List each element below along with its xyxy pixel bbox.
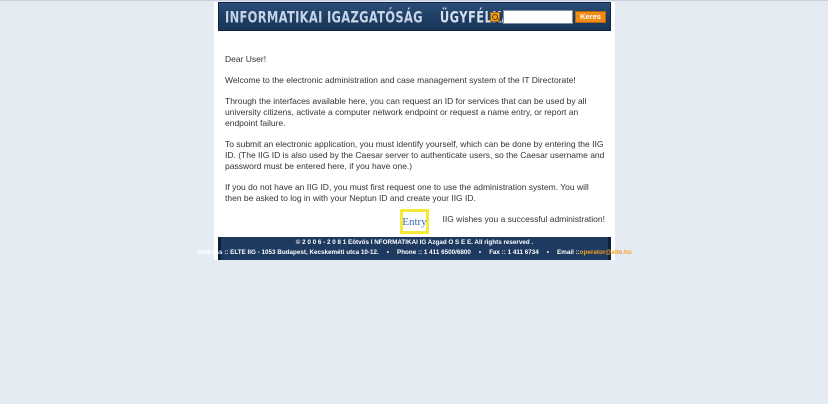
site-title: INFORMATIKAI IGAZGATÓSÁG	[225, 7, 423, 26]
separator: •	[386, 249, 389, 256]
entry-link[interactable]: Entry	[402, 216, 426, 228]
top-border	[0, 0, 828, 1]
footer: © 2 0 0 6 - 2 0 8 1 Eötvös I NFORMATIKAI…	[197, 237, 632, 260]
no-id-text: If you do not have an IIG ID, you must f…	[225, 182, 589, 203]
search-icon	[490, 12, 500, 22]
header-banner: INFORMATIKAI IGAZGATÓSÁG ÜGYFÉLKAPU Kere…	[218, 2, 611, 31]
greeting-text: Dear User!	[225, 54, 267, 64]
main-content: Dear User! Welcome to the electronic adm…	[225, 54, 605, 235]
identify-text: To submit an electronic application, you…	[225, 139, 605, 171]
phone-text: Phone :: 1 411 6500/6800	[397, 249, 471, 256]
separator: •	[478, 249, 482, 256]
email-link[interactable]: operator@elte.hu	[580, 248, 632, 258]
email-label: Email ::	[557, 249, 580, 256]
copyright-text: © 2 0 0 6 - 2 0 8 1 Eötvös I NFORMATIKAI…	[295, 239, 534, 246]
address-text: Address :: ELTE IIG - 1053 Budapest, Kec…	[197, 249, 379, 256]
intro-text: Through the interfaces available here, y…	[225, 96, 587, 128]
search-button[interactable]: Keres	[575, 11, 606, 23]
separator: •	[546, 249, 550, 256]
search-input[interactable]	[503, 10, 573, 24]
fax-text: Fax :: 1 411 6734	[489, 249, 539, 256]
entry-highlight: Entry	[400, 209, 429, 234]
page-container: INFORMATIKAI IGAZGATÓSÁG ÜGYFÉLKAPU Kere…	[197, 2, 632, 260]
contact-row: Address :: ELTE IIG - 1053 Budapest, Kec…	[197, 248, 631, 258]
welcome-text: Welcome to the electronic administration…	[225, 75, 576, 85]
